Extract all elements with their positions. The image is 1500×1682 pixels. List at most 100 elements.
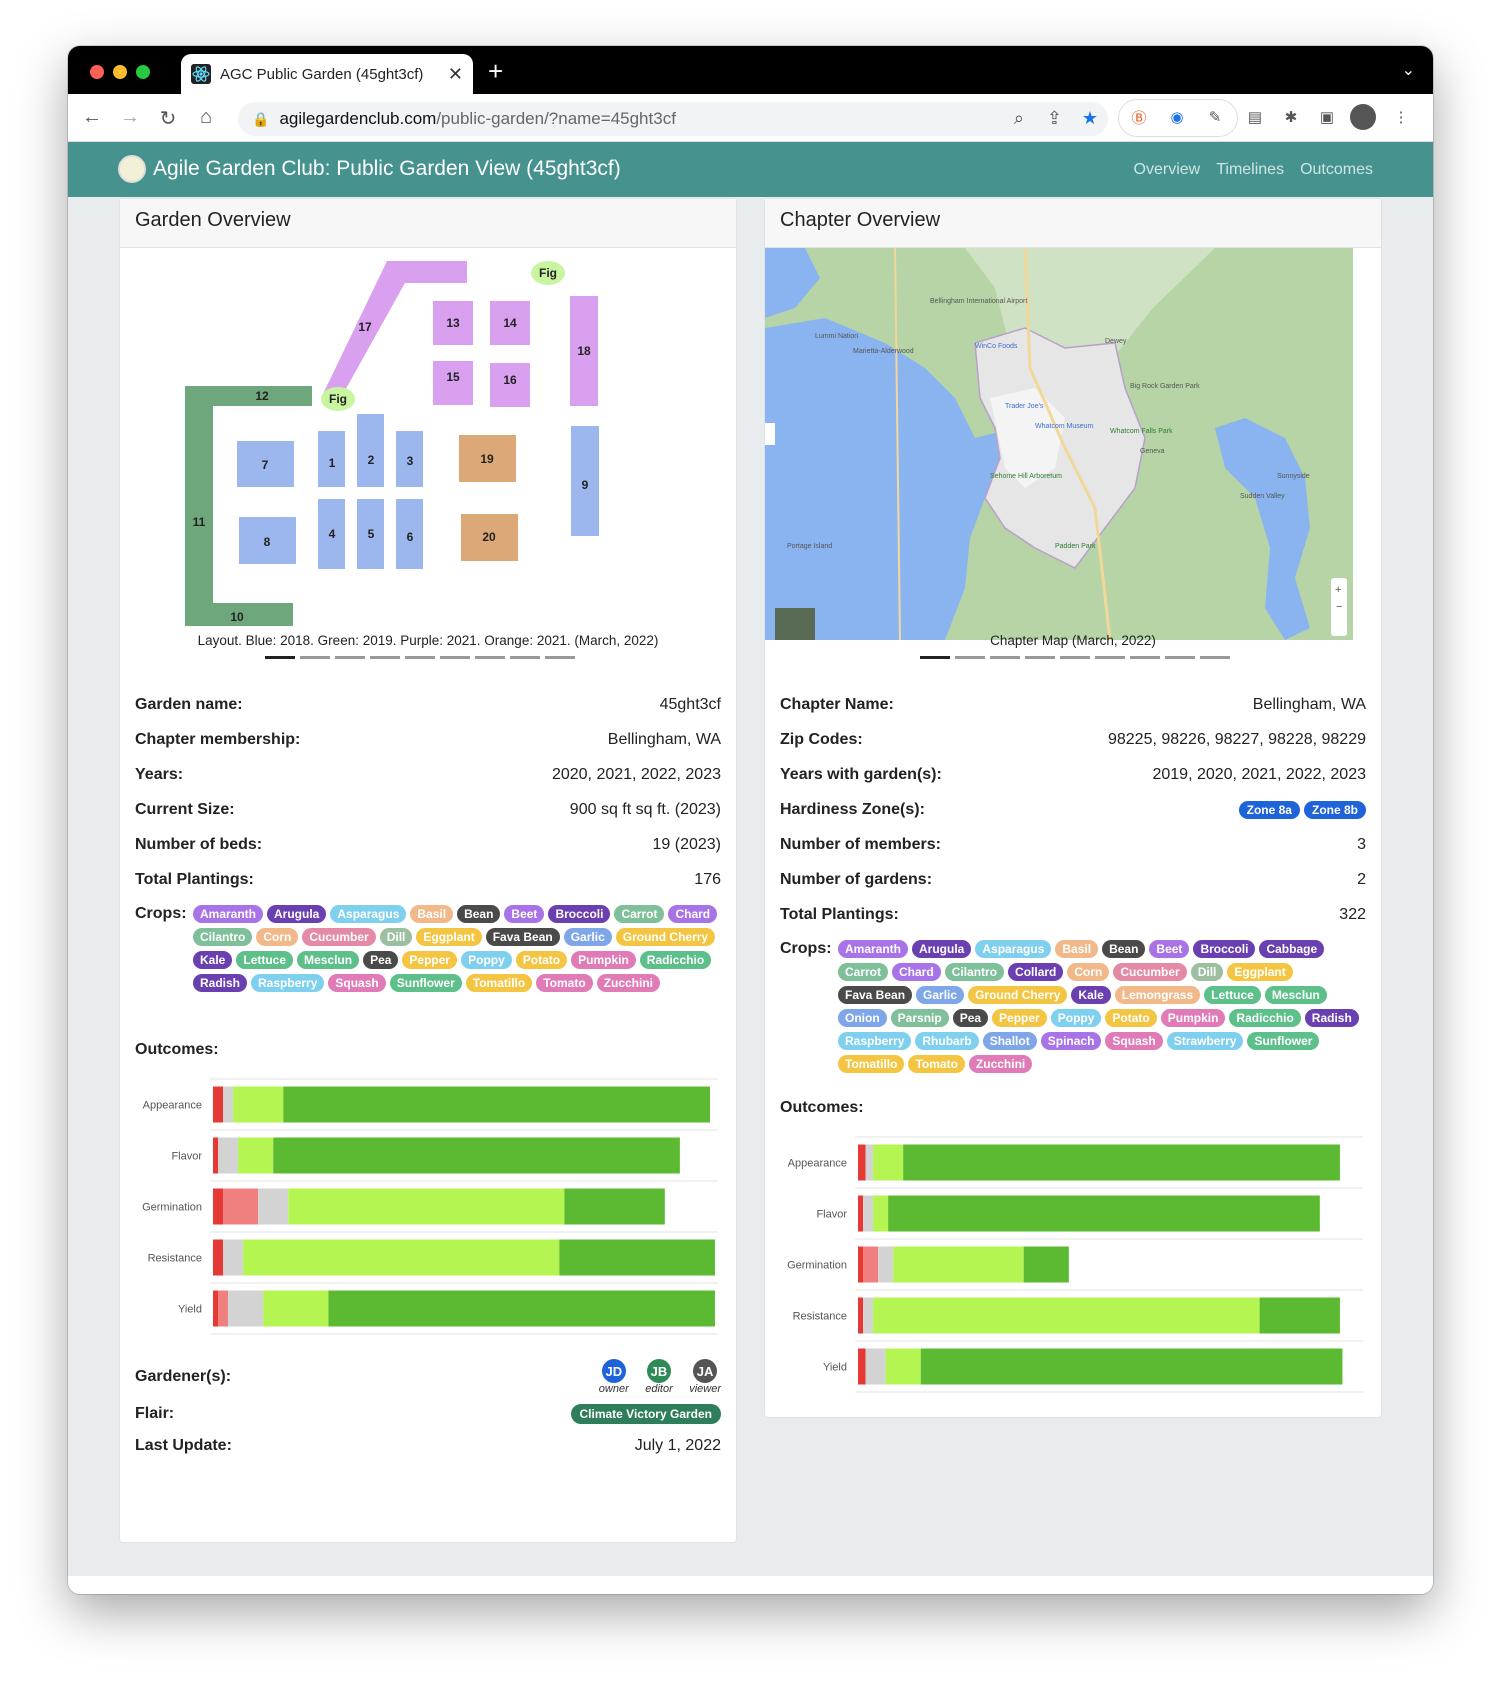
bar-segment[interactable] [328,1290,715,1327]
bar-segment[interactable] [885,1348,921,1385]
bar-segment[interactable] [283,1086,710,1123]
carousel-indicator[interactable] [370,656,400,659]
zoom-out-icon[interactable]: − [1336,601,1342,613]
chevron-down-icon[interactable]: ⌄ [1402,60,1415,80]
bar-segment[interactable] [223,1086,234,1123]
profile-avatar-icon[interactable] [1350,104,1376,130]
map-side-toggle[interactable] [765,423,775,445]
bar-segment[interactable] [858,1297,864,1334]
carousel-indicator[interactable] [990,656,1020,659]
bar-segment[interactable] [218,1290,229,1327]
extension-pen-icon[interactable]: ✎ [1202,104,1228,130]
bar-segment[interactable] [223,1239,244,1276]
minimize-window-icon[interactable] [113,65,127,79]
last-update-value: July 1, 2022 [634,1437,721,1454]
bar-segment[interactable] [893,1246,1024,1283]
bar-segment[interactable] [920,1348,1343,1385]
gardener-jd[interactable]: JD owner [599,1359,629,1395]
bar-segment[interactable] [1259,1297,1340,1334]
bed-15-label: 15 [446,370,460,384]
back-icon[interactable]: ← [80,106,104,129]
carousel-indicator[interactable] [1095,656,1125,659]
bar-segment[interactable] [223,1188,259,1225]
bar-segment[interactable] [863,1246,879,1283]
reload-icon[interactable]: ↻ [156,106,180,131]
bar-segment[interactable] [865,1348,886,1385]
bar-segment[interactable] [213,1137,219,1174]
bar-segment[interactable] [213,1086,224,1123]
bar-segment[interactable] [213,1290,219,1327]
chapter-map[interactable]: Lummi Nation Marietta-Alderwood Bellingh… [765,248,1353,640]
nav-outcomes[interactable]: Outcomes [1300,161,1373,179]
browser-tab[interactable]: AGC Public Garden (45ght3cf) ✕ [181,54,473,94]
carousel-indicator[interactable] [1165,656,1195,659]
bar-segment[interactable] [258,1188,289,1225]
bar-segment[interactable] [1023,1246,1069,1283]
carousel-indicator[interactable] [510,656,540,659]
bar-segment[interactable] [858,1195,864,1232]
carousel-indicator[interactable] [1025,656,1055,659]
nav-timelines[interactable]: Timelines [1216,161,1284,179]
bar-segment[interactable] [878,1246,894,1283]
bar-segment[interactable] [858,1348,866,1385]
home-icon[interactable]: ⌂ [194,106,218,129]
bar-segment[interactable] [873,1144,904,1181]
bar-segment[interactable] [858,1144,866,1181]
bar-segment[interactable] [288,1188,565,1225]
bar-segment[interactable] [858,1246,864,1283]
gardener-jb[interactable]: JB editor [645,1359,673,1395]
carousel-indicator[interactable] [1060,656,1090,659]
gardener-ja[interactable]: JA viewer [689,1359,721,1395]
bar-segment[interactable] [863,1195,874,1232]
bed-13-label: 13 [446,316,460,330]
sidebar-toggle-icon[interactable]: ▣ [1314,104,1340,130]
bar-segment[interactable] [228,1290,264,1327]
extensions-puzzle-icon[interactable]: ✱ [1278,104,1304,130]
forward-icon[interactable]: → [118,106,142,129]
new-tab-icon[interactable]: + [488,56,503,87]
bar-segment[interactable] [888,1195,1320,1232]
bar-segment[interactable] [863,1297,874,1334]
nav-overview[interactable]: Overview [1134,161,1201,179]
bar-segment[interactable] [233,1086,284,1123]
carousel-indicator[interactable] [335,656,365,659]
bar-segment[interactable] [273,1137,680,1174]
extension-doc-icon[interactable]: ▤ [1242,104,1268,130]
extension-b-icon[interactable]: Ⓑ [1126,104,1152,130]
zoom-in-icon[interactable]: + [1335,584,1341,596]
kebab-menu-icon[interactable]: ⋮ [1388,104,1414,130]
carousel-indicator[interactable] [405,656,435,659]
bar-segment[interactable] [559,1239,715,1276]
carousel-indicator[interactable] [475,656,505,659]
bar-segment[interactable] [564,1188,665,1225]
extension-password-icon[interactable]: ◉ [1164,104,1190,130]
bar-segment[interactable] [873,1195,889,1232]
carousel-indicator[interactable] [955,656,985,659]
share-icon[interactable]: ⇪ [1047,108,1062,129]
bar-segment[interactable] [263,1290,329,1327]
bookmark-star-icon[interactable]: ★ [1082,108,1098,129]
close-window-icon[interactable] [90,65,104,79]
bar-segment[interactable] [865,1144,874,1181]
address-bar[interactable]: 🔒 agilegardenclub.com/public-garden/?nam… [238,102,1108,136]
carousel-indicator[interactable] [545,656,575,659]
carousel-indicator[interactable] [440,656,470,659]
crop-pill: Corn [1067,963,1110,981]
bar-segment[interactable] [873,1297,1260,1334]
carousel-indicator[interactable] [920,656,950,659]
close-tab-icon[interactable]: ✕ [448,64,463,85]
carousel-indicator[interactable] [1200,656,1230,659]
carousel-indicator[interactable] [300,656,330,659]
bar-segment[interactable] [218,1137,239,1174]
zone-badges: Zone 8a Zone 8b [1235,801,1366,819]
carousel-indicator[interactable] [265,656,295,659]
zoom-icon[interactable]: ⌕ [1014,108,1024,129]
bar-segment[interactable] [243,1239,560,1276]
bar-segment[interactable] [213,1239,224,1276]
zoom-window-icon[interactable] [136,65,150,79]
bar-segment[interactable] [903,1144,1340,1181]
bar-segment[interactable] [213,1188,224,1225]
y-tick-label: Germination [787,1260,847,1272]
carousel-indicator[interactable] [1130,656,1160,659]
bar-segment[interactable] [238,1137,274,1174]
